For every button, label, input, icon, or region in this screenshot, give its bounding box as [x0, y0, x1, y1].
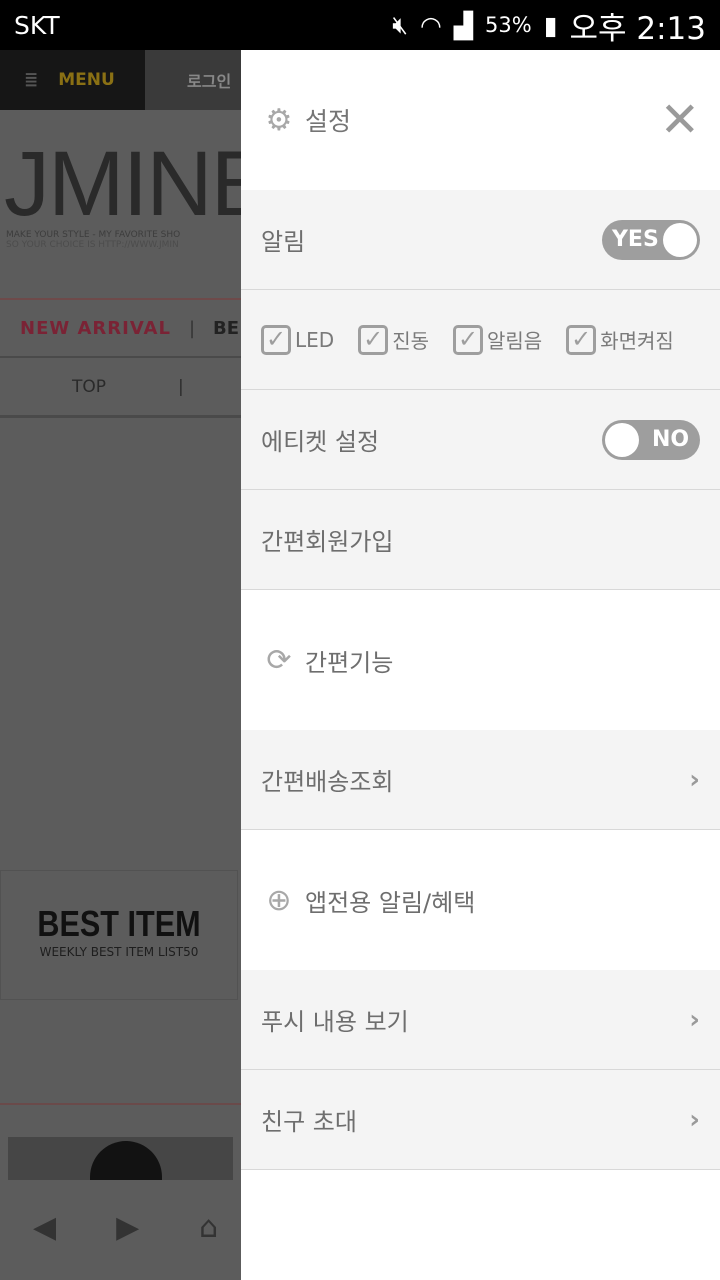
signup-label: 간편회원가입 — [261, 528, 394, 556]
app-section-header: ⊕ 앱전용 알림/혜택 — [241, 830, 720, 970]
quick-section-header: ⟳ 간편기능 — [241, 590, 720, 730]
invite-label: 친구 초대 — [261, 1108, 357, 1136]
nav-divider: | — [178, 376, 184, 397]
checkbox-led[interactable]: ✓ LED — [261, 324, 335, 355]
best-item-banner[interactable]: BEST ITEM WEEKLY BEST ITEM LIST50 — [0, 870, 238, 1000]
chevron-right-icon: › — [689, 764, 700, 795]
banner-subtitle: WEEKLY BEST ITEM LIST50 — [39, 945, 199, 959]
logo[interactable]: JMINE — [4, 138, 241, 230]
settings-drawer: ⚙ 설정 ✕ 알림 YES ✓ LED ✓ 진동 ✓ 알림음 ✓ 화면켜짐 에티켓 설정… — [241, 50, 720, 1280]
etiquette-label: 에티켓 설정 — [261, 428, 380, 456]
menu-button[interactable]: ≣ MENU — [0, 50, 145, 110]
wifi-icon: ◠ — [419, 10, 442, 40]
back-arrow-icon[interactable]: ◀ — [33, 1210, 56, 1245]
chevron-right-icon: › — [689, 1004, 700, 1035]
forward-arrow-icon[interactable]: ▶ — [116, 1210, 139, 1245]
checkbox-icon: ✓ — [566, 324, 597, 355]
section-title: 앱전용 알림/혜택 — [305, 888, 476, 917]
target-icon: ⊕ — [266, 882, 292, 918]
nav-divider: | — [188, 317, 196, 339]
checkbox-vibration[interactable]: ✓ 진동 — [358, 324, 429, 355]
push-view-label: 푸시 내용 보기 — [261, 1008, 409, 1036]
hamburger-icon: ≣ — [24, 70, 39, 90]
battery-icon: ▮ — [543, 10, 558, 40]
toggle-label: YES — [612, 227, 659, 252]
carrier: SKT — [14, 10, 60, 40]
push-view-row[interactable]: 푸시 내용 보기 › — [241, 970, 720, 1070]
nav-best[interactable]: BE — [213, 318, 239, 339]
refresh-icon: ⟳ — [266, 642, 292, 678]
drawer-title: 설정 — [305, 107, 352, 136]
checkbox-label: 진동 — [392, 329, 429, 353]
banner-title: BEST ITEM — [37, 903, 201, 944]
background-page: ≣MENU 로그인 JMINE MAKE YOUR STYLE - MY FAV… — [0, 50, 241, 1280]
toggle-label: NO — [652, 427, 690, 452]
battery-percent: 53% — [485, 13, 532, 37]
checkbox-label: LED — [295, 327, 335, 352]
nav-new-arrival[interactable]: NEW ARRIVAL — [20, 318, 171, 339]
signup-row[interactable]: 간편회원가입 — [241, 490, 720, 590]
home-icon[interactable]: ⌂ — [199, 1210, 218, 1245]
mute-icon: 🔇︎ — [392, 10, 408, 39]
notification-toggle[interactable]: YES — [602, 219, 700, 260]
category-nav: NEW ARRIVAL | BE — [0, 298, 241, 358]
status-bar: SKT 🔇︎ ◠ ▟ 53% ▮ 오후 2:13 — [0, 0, 720, 50]
login-button[interactable]: 로그인 — [145, 50, 241, 110]
subcategory-nav: TOP | — [0, 358, 241, 418]
gear-icon: ⚙ — [265, 102, 293, 138]
checkbox-sound[interactable]: ✓ 알림음 — [453, 324, 543, 355]
checkbox-icon: ✓ — [358, 324, 389, 355]
checkbox-label: 화면켜짐 — [600, 329, 674, 353]
delivery-label: 간편배송조회 — [261, 768, 394, 796]
delivery-row[interactable]: 간편배송조회 › — [241, 730, 720, 830]
divider — [0, 1103, 241, 1105]
notification-label: 알림 — [261, 228, 306, 256]
menu-label: MENU — [58, 70, 115, 90]
clock: 오후 2:13 — [569, 10, 706, 47]
checkbox-label: 알림음 — [487, 329, 543, 353]
etiquette-row: 에티켓 설정 NO — [241, 390, 720, 490]
signal-icon: ▟ — [453, 10, 474, 40]
checkbox-icon: ✓ — [453, 324, 483, 355]
chevron-right-icon: › — [689, 1104, 700, 1135]
invite-row[interactable]: 친구 초대 › — [241, 1070, 720, 1170]
close-icon[interactable]: ✕ — [660, 92, 700, 148]
etiquette-toggle[interactable]: NO — [602, 419, 700, 460]
notification-row: 알림 YES — [241, 190, 720, 290]
nav-top[interactable]: TOP — [72, 377, 106, 397]
checkbox-screen-on[interactable]: ✓ 화면켜짐 — [566, 324, 674, 355]
section-title: 간편기능 — [305, 648, 394, 677]
product-image[interactable] — [8, 1137, 233, 1180]
checkbox-icon: ✓ — [261, 324, 291, 355]
tagline-2: SO YOUR CHOICE IS HTTP://WWW.JMIN — [6, 240, 179, 250]
notification-options: ✓ LED ✓ 진동 ✓ 알림음 ✓ 화면켜짐 — [241, 290, 720, 390]
